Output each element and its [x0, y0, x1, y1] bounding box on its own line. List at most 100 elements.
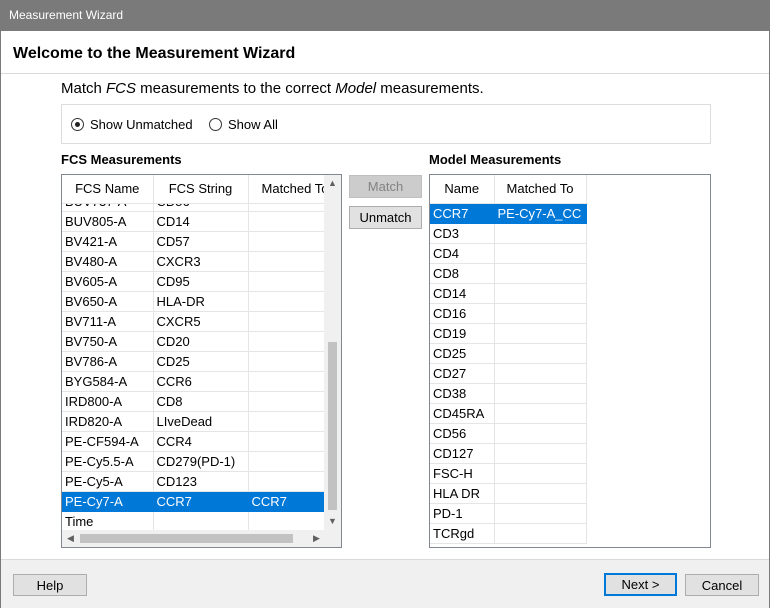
table-row[interactable]: HLA DR [430, 483, 587, 504]
table-cell: CXCR5 [153, 311, 249, 332]
table-cell: Time [62, 511, 154, 530]
table-row[interactable]: CD56 [430, 423, 587, 444]
match-button[interactable]: Match [349, 175, 422, 198]
model-measurements-label: Model Measurements [429, 152, 562, 167]
table-cell: BV650-A [62, 291, 154, 312]
table-row[interactable]: CCR7 PE-Cy7-A_CC [430, 203, 587, 224]
table-cell [248, 391, 325, 412]
table-row[interactable]: CD19 [430, 323, 587, 344]
fcs-vscroll-thumb[interactable] [328, 342, 337, 510]
footer-bar: Help Next > Cancel [1, 559, 769, 608]
table-cell [248, 291, 325, 312]
help-button[interactable]: Help [13, 574, 87, 596]
scroll-down-icon[interactable]: ▼ [324, 513, 341, 530]
table-row[interactable]: CD127 [430, 443, 587, 464]
table-cell: PD-1 [430, 503, 495, 524]
table-row[interactable]: CD45RA [430, 403, 587, 424]
table-cell [248, 511, 325, 530]
column-header[interactable]: FCS String [153, 175, 249, 204]
table-row[interactable]: CD16 [430, 303, 587, 324]
table-cell: CD57 [153, 231, 249, 252]
fcs-list-viewport: FCS NameFCS StringMatched To BUV737-ACD5… [62, 175, 325, 530]
scroll-up-icon[interactable]: ▲ [324, 175, 341, 192]
table-row[interactable]: BV480-A CXCR3 [62, 251, 325, 272]
table-row[interactable]: CD8 [430, 263, 587, 284]
table-row[interactable]: BYG584-A CCR6 [62, 371, 325, 392]
radio-selected-icon [71, 118, 84, 131]
model-measurements-list[interactable]: Name Matched To CCR7 PE-Cy7-A_CC CD3 CD4 CD8 C… [429, 174, 711, 548]
table-cell [248, 271, 325, 292]
wizard-window: Welcome to the Measurement Wizard Match … [0, 31, 770, 608]
cancel-button[interactable]: Cancel [685, 574, 759, 596]
fcs-hscroll-thumb[interactable] [80, 534, 293, 543]
table-row[interactable]: CD25 [430, 343, 587, 364]
show-unmatched-radio[interactable]: Show Unmatched [71, 117, 193, 132]
table-row[interactable]: TCRgd [430, 523, 587, 544]
fcs-table-header-sticky: FCS Name FCS String Matched To [62, 175, 325, 204]
table-cell: CD14 [430, 283, 495, 304]
table-row[interactable]: BV786-A CD25 [62, 351, 325, 372]
scroll-right-icon[interactable]: ▶ [308, 530, 325, 547]
table-cell [494, 323, 587, 344]
table-row[interactable]: CD14 [430, 283, 587, 304]
table-row[interactable]: Time [62, 511, 325, 530]
table-row[interactable]: PE-Cy5-A CD123 [62, 471, 325, 492]
fcs-horizontal-scrollbar[interactable]: ◀ ▶ [62, 530, 341, 547]
table-cell [248, 251, 325, 272]
table-cell [248, 431, 325, 452]
table-cell: HLA-DR [153, 291, 249, 312]
table-row[interactable]: CD3 [430, 223, 587, 244]
table-row[interactable]: BV605-A CD95 [62, 271, 325, 292]
column-header[interactable]: Matched To [494, 175, 587, 204]
column-header[interactable]: Matched To [248, 175, 325, 204]
table-cell: TCRgd [430, 523, 495, 544]
table-cell [494, 383, 587, 404]
table-row[interactable]: BV650-A HLA-DR [62, 291, 325, 312]
column-header[interactable]: FCS Name [62, 175, 154, 204]
table-row[interactable]: CD38 [430, 383, 587, 404]
table-cell [494, 443, 587, 464]
table-cell [248, 411, 325, 432]
fcs-measurements-label: FCS Measurements [61, 152, 182, 167]
next-button[interactable]: Next > [604, 573, 677, 596]
table-row[interactable]: PE-Cy7-A CCR7 CCR7 [62, 491, 325, 512]
table-cell: CD14 [153, 211, 249, 232]
instruction-part2: measurements to the correct [136, 80, 336, 97]
table-cell: CD8 [430, 263, 495, 284]
table-row[interactable]: PE-CF594-A CCR4 [62, 431, 325, 452]
table-row[interactable]: BV750-A CD20 [62, 331, 325, 352]
table-row[interactable]: PD-1 [430, 503, 587, 524]
scroll-left-icon[interactable]: ◀ [62, 530, 79, 547]
table-cell: CD8 [153, 391, 249, 412]
table-cell [248, 231, 325, 252]
table-cell: CD19 [430, 323, 495, 344]
table-cell: PE-Cy7-A_CC [494, 203, 587, 224]
table-row[interactable]: BV711-A CXCR5 [62, 311, 325, 332]
table-row[interactable]: CD4 [430, 243, 587, 264]
table-row[interactable]: FSC-H [430, 463, 587, 484]
table-cell [153, 511, 249, 530]
table-cell [248, 451, 325, 472]
table-cell: CCR6 [153, 371, 249, 392]
header-divider [1, 73, 769, 74]
table-cell: CD279(PD-1) [153, 451, 249, 472]
table-row[interactable]: IRD820-A LIveDead [62, 411, 325, 432]
table-row[interactable]: BV421-A CD57 [62, 231, 325, 252]
table-row[interactable]: BUV805-A CD14 [62, 211, 325, 232]
table-cell [248, 351, 325, 372]
table-cell [494, 503, 587, 524]
fcs-measurements-list[interactable]: FCS NameFCS StringMatched To BUV737-ACD5… [61, 174, 342, 548]
table-row[interactable]: PE-Cy5.5-A CD279(PD-1) [62, 451, 325, 472]
table-row[interactable]: IRD800-A CD8 [62, 391, 325, 412]
table-cell [248, 331, 325, 352]
table-row[interactable]: CD27 [430, 363, 587, 384]
model-table: Name Matched To CCR7 PE-Cy7-A_CC CD3 CD4 CD8 C… [430, 175, 587, 544]
filter-radio-group: Show Unmatched Show All [61, 104, 711, 144]
fcs-vertical-scrollbar[interactable]: ▲ ▼ [324, 175, 341, 530]
unmatch-button[interactable]: Unmatch [349, 206, 422, 229]
radio-unselected-icon [209, 118, 222, 131]
table-cell: IRD800-A [62, 391, 154, 412]
table-cell: PE-CF594-A [62, 431, 154, 452]
column-header[interactable]: Name [430, 175, 495, 204]
show-all-radio[interactable]: Show All [209, 117, 278, 132]
